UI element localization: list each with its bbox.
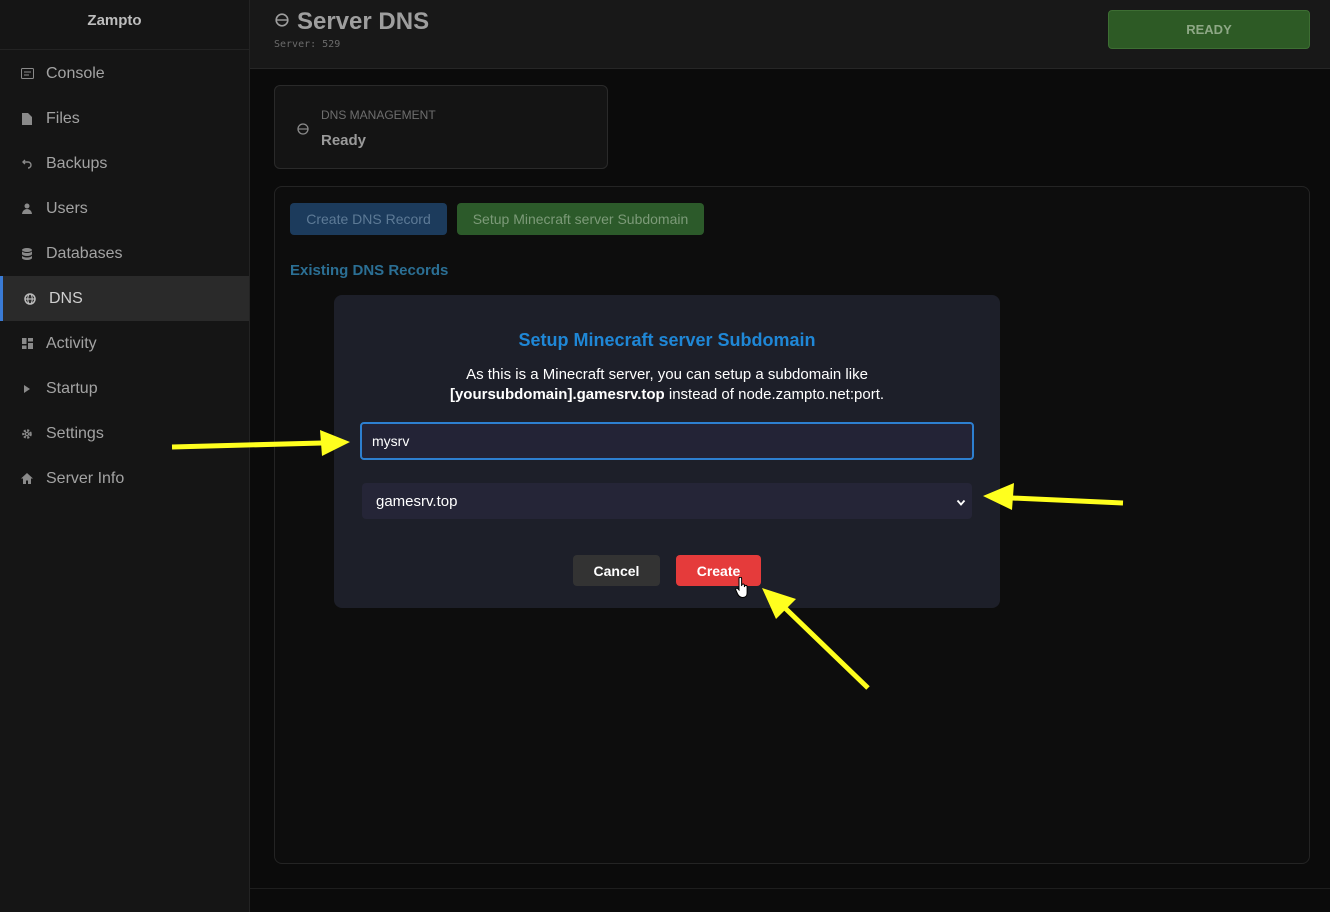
annotation-arrows bbox=[171, 430, 1124, 690]
arrow-to-domain-select bbox=[983, 483, 1124, 510]
arrow-to-subdomain-input bbox=[171, 430, 350, 456]
arrow-to-create-button bbox=[762, 588, 870, 690]
